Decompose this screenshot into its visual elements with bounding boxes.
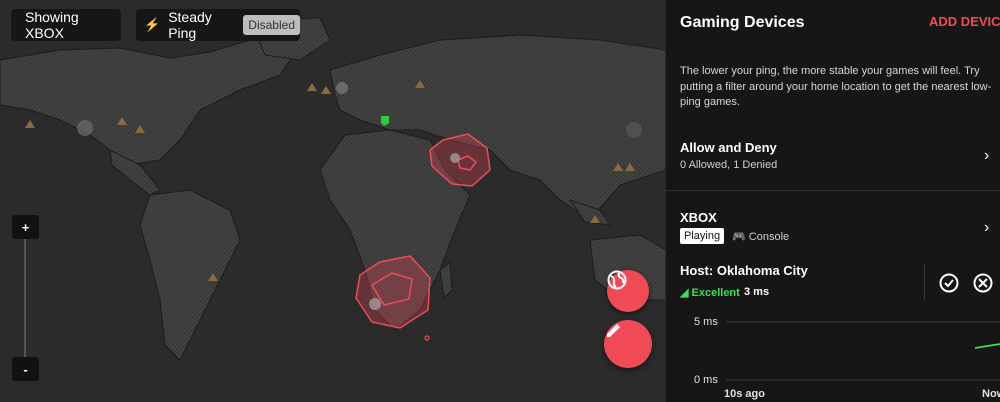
connection-quality: ◢ Excellent [680, 286, 740, 299]
steady-ping-toggle[interactable]: ⚡ Steady Ping Disabled [136, 9, 300, 41]
device-filter-label: Showing XBOX [25, 9, 79, 41]
chevron-right-icon: › [984, 147, 990, 164]
edit-filter-button[interactable] [604, 320, 652, 368]
lightning-icon: ⚡ [144, 17, 161, 32]
chevron-right-icon: › [984, 219, 990, 236]
steady-ping-label: Steady Ping [168, 9, 212, 41]
allow-deny-summary: 0 Allowed, 1 Denied [680, 159, 778, 171]
gamepad-icon: 🎮 [732, 231, 749, 243]
world-map-graphic [0, 17, 666, 361]
device-name: XBOX [680, 210, 717, 225]
device-type-label: Console [748, 231, 790, 243]
ping-value: 3 ms [744, 286, 770, 298]
device-status-badge: Playing [680, 228, 725, 244]
devices-panel: Gaming Devices ADD DEVICE The lower your… [666, 0, 1000, 402]
add-device-button[interactable]: ADD DEVICE [929, 14, 1000, 29]
host-location: Host: Oklahoma City [680, 263, 808, 278]
zoom-out-button[interactable]: - [12, 357, 39, 381]
signal-icon: ◢ [680, 287, 692, 299]
ping-graph: 5 ms 0 ms 10s ago Now [666, 310, 1000, 402]
panel-description: The lower your ping, the more stable you… [680, 65, 992, 108]
allow-host-button[interactable] [938, 272, 960, 294]
globe-button[interactable] [607, 270, 649, 312]
zoom-in-button[interactable]: + [12, 215, 39, 239]
device-type: 🎮 Console [732, 230, 789, 243]
divider [666, 190, 1000, 191]
ping-graph-plot [726, 321, 1000, 381]
block-circle-icon [973, 273, 993, 293]
connection-quality-label: Excellent [691, 287, 740, 299]
panel-title: Gaming Devices [680, 14, 805, 31]
globe-icon [607, 270, 627, 290]
pencil-icon [607, 324, 620, 337]
graph-x-label-left: 10s ago [724, 388, 765, 400]
divider [924, 264, 925, 300]
deny-host-button[interactable] [972, 272, 994, 294]
zoom-slider[interactable] [24, 239, 26, 357]
ping-series-line [974, 343, 1000, 349]
world-map[interactable]: Showing XBOX ⚡ Steady Ping Disabled + - [0, 0, 666, 402]
allow-deny-title: Allow and Deny [680, 140, 777, 155]
steady-ping-status-badge: Disabled [243, 15, 300, 35]
graph-x-label-right: Now [982, 388, 1000, 400]
device-filter-button[interactable]: Showing XBOX [11, 9, 121, 41]
check-circle-icon [939, 273, 959, 293]
